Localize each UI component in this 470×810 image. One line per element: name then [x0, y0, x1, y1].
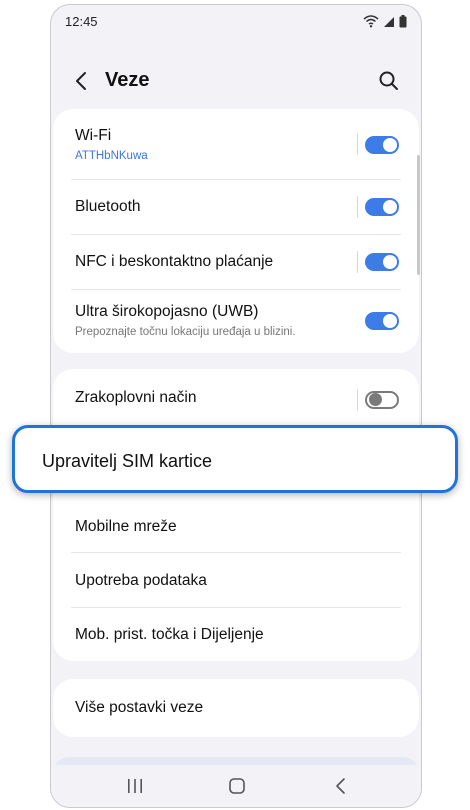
airplane-mode-row[interactable]: Zrakoplovni način — [53, 369, 419, 429]
battery-icon — [399, 14, 407, 33]
airplane-mode-toggle[interactable] — [365, 391, 399, 409]
navigation-bar — [51, 765, 421, 807]
airplane-mode-label: Zrakoplovni način — [75, 389, 197, 406]
toggle-divider — [357, 251, 358, 273]
mobile-networks-label: Mobilne mreže — [75, 518, 177, 535]
hotspot-tethering-row[interactable]: Mob. prist. točka i Dijeljenje — [53, 608, 419, 661]
back-nav-icon[interactable] — [329, 775, 353, 797]
uwb-row[interactable]: Ultra širokopojasno (UWB) Prepoznajte to… — [53, 290, 419, 353]
toggle-divider — [357, 389, 358, 411]
toggle-divider — [357, 196, 358, 218]
nfc-toggle[interactable] — [365, 253, 399, 271]
header: Veze — [51, 57, 421, 105]
wifi-label: Wi-Fi — [75, 127, 112, 144]
bluetooth-row[interactable]: Bluetooth — [53, 180, 419, 234]
home-icon[interactable] — [225, 775, 249, 797]
wifi-toggle[interactable] — [365, 136, 399, 154]
hotspot-tethering-label: Mob. prist. točka i Dijeljenje — [75, 626, 264, 643]
back-icon[interactable] — [71, 69, 93, 93]
uwb-toggle[interactable] — [365, 312, 399, 330]
more-settings-card: Više postavki veze — [53, 679, 419, 737]
status-icons — [363, 14, 407, 33]
search-icon[interactable] — [377, 69, 401, 93]
scrollbar[interactable] — [417, 155, 420, 275]
signal-icon — [383, 15, 395, 33]
bluetooth-toggle[interactable] — [365, 198, 399, 216]
nfc-row[interactable]: NFC i beskontaktno plaćanje — [53, 235, 419, 289]
wifi-row[interactable]: Wi-Fi ATTHbNKuwa — [53, 109, 419, 179]
phone-frame: 12:45 Veze Wi-Fi ATTHbNKuwa Bluetooth NF… — [50, 4, 422, 808]
uwb-label: Ultra širokopojasno (UWB) — [75, 303, 259, 320]
toggle-divider — [357, 133, 358, 155]
uwb-description: Prepoznajte točnu lokaciju uređaja u bli… — [75, 326, 296, 338]
wifi-network-name: ATTHbNKuwa — [75, 150, 148, 162]
connections-card: Wi-Fi ATTHbNKuwa Bluetooth NFC i beskont… — [53, 109, 419, 353]
page-title: Veze — [105, 69, 150, 91]
wifi-status-icon — [363, 14, 379, 33]
network-card: Zrakoplovni način Mobilne mreže Upotreba… — [53, 369, 419, 661]
status-bar: 12:45 — [51, 5, 421, 39]
recents-icon[interactable] — [123, 775, 147, 797]
nfc-label: NFC i beskontaktno plaćanje — [75, 253, 274, 270]
sim-card-manager-label: Upravitelj SIM kartice — [42, 451, 213, 471]
bluetooth-label: Bluetooth — [75, 198, 141, 215]
data-usage-label: Upotreba podataka — [75, 572, 207, 589]
more-connection-settings-row[interactable]: Više postavki veze — [53, 679, 419, 737]
data-usage-row[interactable]: Upotreba podataka — [53, 553, 419, 607]
status-time: 12:45 — [65, 14, 98, 29]
mobile-networks-row[interactable]: Mobilne mreže — [53, 499, 419, 552]
sim-card-manager-highlight[interactable]: Upravitelj SIM kartice — [12, 425, 458, 493]
more-connection-settings-label: Više postavki veze — [75, 699, 204, 716]
